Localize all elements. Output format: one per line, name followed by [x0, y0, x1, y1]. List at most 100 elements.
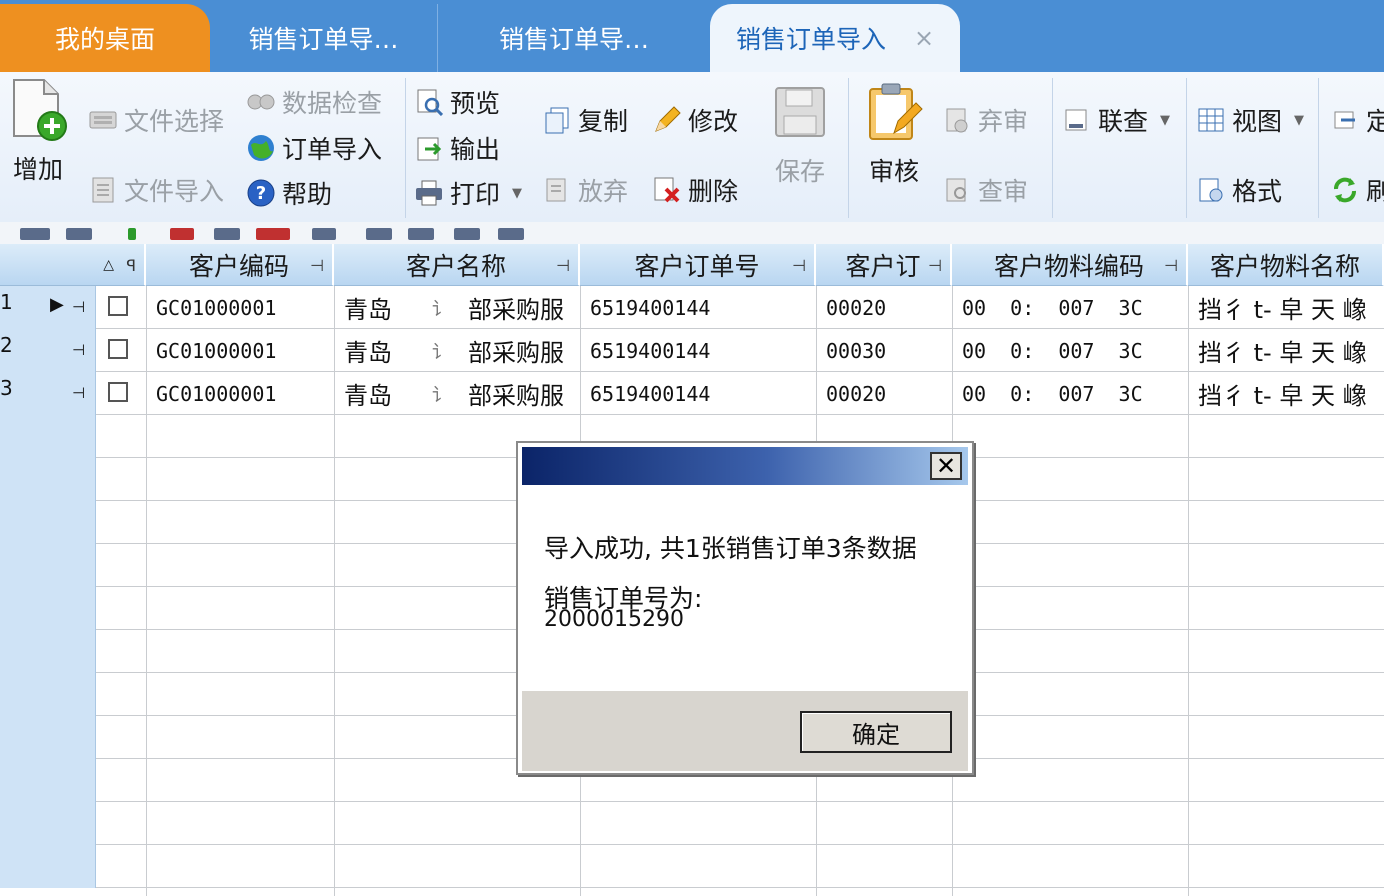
unaudit-button[interactable]: 弃审: [942, 102, 1028, 138]
pin-icon[interactable]: ꟼ: [126, 256, 136, 275]
cell-customer-name[interactable]: 青岛 讠部采购服: [334, 286, 580, 329]
cell-customer-name[interactable]: 青岛 讠部采购服: [334, 329, 580, 372]
redaction: [450, 292, 468, 323]
cell-material-name[interactable]: 挡彳 t- 皁 天 嶑: [1188, 286, 1384, 329]
data-check-button[interactable]: 数据检查: [246, 84, 382, 120]
file-select-button[interactable]: 文件选择: [88, 102, 224, 138]
print-dropdown-icon[interactable]: ▼: [512, 186, 522, 201]
row-checkbox[interactable]: [108, 339, 128, 359]
cell-material-code[interactable]: 00 0: 007 3C: [952, 372, 1188, 415]
pin-icon[interactable]: ⊣: [1164, 256, 1178, 275]
edit-button[interactable]: 修改: [652, 102, 738, 138]
cell-order-no[interactable]: 6519400144: [580, 329, 816, 372]
grid-view-icon: [1196, 105, 1226, 135]
abandon-button[interactable]: 放弃: [542, 172, 628, 208]
cell-order-no[interactable]: 6519400144: [580, 286, 816, 329]
toolbar-icon[interactable]: [366, 228, 392, 240]
clipboard-pencil-icon: [864, 80, 924, 144]
toolbar-icon[interactable]: [20, 228, 50, 240]
tab-my-desktop[interactable]: 我的桌面: [0, 4, 210, 72]
pin-icon[interactable]: ⊣: [72, 384, 85, 402]
grid-header-rowhead[interactable]: △ ꟼ: [0, 244, 146, 286]
tab-sales-order-import-1[interactable]: 销售订单导…: [210, 4, 438, 72]
column-header-customer-material-name[interactable]: 客户物料名称: [1188, 244, 1384, 286]
column-header-customer-material-code[interactable]: 客户物料编码 ⊣: [952, 244, 1188, 286]
cell-material-name[interactable]: 挡彳 t- 皁 天 嶑: [1188, 329, 1384, 372]
tab-sales-order-import-active[interactable]: 销售订单导入 ×: [710, 4, 960, 72]
toolbar-icon[interactable]: [256, 228, 290, 240]
file-import-button[interactable]: 文件导入: [88, 172, 224, 208]
audit-button[interactable]: 审核: [864, 80, 924, 188]
pin-icon[interactable]: ⊣: [72, 341, 85, 359]
toolbar-icon[interactable]: [408, 228, 434, 240]
add-button[interactable]: 增加: [8, 78, 68, 186]
toolbar-icon[interactable]: [66, 228, 92, 240]
print-button[interactable]: 打印 ▼: [414, 175, 522, 211]
check-audit-button[interactable]: 查审: [942, 172, 1028, 208]
column-header-label: 客户编码: [188, 251, 289, 281]
order-import-button[interactable]: 订单导入: [246, 130, 382, 166]
row-checkbox[interactable]: [108, 382, 128, 402]
cell-order-line[interactable]: 00030: [816, 329, 952, 372]
cell-customer-code[interactable]: GC01000001: [146, 286, 334, 329]
delete-button[interactable]: 删除: [652, 172, 738, 208]
redaction: [450, 335, 468, 366]
toolbar-icon[interactable]: [170, 228, 194, 240]
cell-customer-code[interactable]: GC01000001: [146, 329, 334, 372]
close-icon[interactable]: ✕: [930, 452, 962, 480]
toolbar-icon[interactable]: [128, 228, 136, 240]
preview-button[interactable]: 预览: [414, 84, 500, 120]
link-query-button[interactable]: 联查 ▼: [1062, 102, 1170, 138]
pin-icon[interactable]: ⊣: [792, 256, 806, 275]
toolbar-icon[interactable]: [214, 228, 240, 240]
copy-button[interactable]: 复制: [542, 102, 628, 138]
data-check-icon: [246, 87, 276, 117]
cell-material-name[interactable]: 挡彳 t- 皁 天 嶑: [1188, 372, 1384, 415]
empty-row: [0, 802, 1384, 845]
column-header-customer-order-line[interactable]: 客户订 ⊣: [816, 244, 952, 286]
cell-material-code[interactable]: 00 0: 007 3C: [952, 286, 1188, 329]
row-checkbox[interactable]: [108, 296, 128, 316]
help-button[interactable]: ? 帮助: [246, 175, 332, 211]
table-row[interactable]: 1 ▶ ⊣ GC01000001 青岛 讠部采购服 6519400144 0002…: [0, 286, 1384, 329]
column-header-customer-code[interactable]: 客户编码 ⊣: [146, 244, 334, 286]
toolbar-icon[interactable]: [498, 228, 524, 240]
refresh-button[interactable]: 刷: [1330, 172, 1384, 208]
cell-customer-name[interactable]: 青岛 讠部采购服: [334, 372, 580, 415]
link-query-dropdown-icon[interactable]: ▼: [1160, 113, 1170, 128]
row-header[interactable]: 1 ▶ ⊣: [0, 286, 96, 329]
format-button[interactable]: 格式: [1196, 172, 1282, 208]
cell-order-line[interactable]: 00020: [816, 372, 952, 415]
empty-row: [0, 845, 1384, 888]
pin-icon[interactable]: ⊣: [556, 256, 570, 275]
customer-name-part: 青岛: [344, 382, 392, 410]
customer-name-part: 青岛: [344, 296, 392, 324]
pin-icon[interactable]: ⊣: [928, 256, 942, 275]
view-button[interactable]: 视图 ▼: [1196, 102, 1304, 138]
view-dropdown-icon[interactable]: ▼: [1294, 113, 1304, 128]
save-button[interactable]: 保存: [770, 80, 830, 188]
row-header[interactable]: 2 ⊣: [0, 329, 96, 372]
pin-icon[interactable]: ⊣: [72, 298, 85, 316]
pencil-icon: [652, 105, 682, 135]
column-header-customer-name[interactable]: 客户名称 ⊣: [334, 244, 580, 286]
table-row[interactable]: 2 ⊣ GC01000001 青岛讠部采购服 6519400144 00030 …: [0, 329, 1384, 372]
toolbar-icon[interactable]: [454, 228, 480, 240]
save-disk-icon: [770, 80, 830, 144]
toolbar-icon[interactable]: [312, 228, 336, 240]
cell-customer-code[interactable]: GC01000001: [146, 372, 334, 415]
ok-button[interactable]: 确定: [800, 711, 952, 753]
globe-icon: [246, 133, 276, 163]
pin-icon[interactable]: ⊣: [310, 256, 324, 275]
cell-order-no[interactable]: 6519400144: [580, 372, 816, 415]
row-header[interactable]: 3 ⊣: [0, 372, 96, 415]
locate-button[interactable]: 定: [1330, 102, 1384, 138]
cell-material-code[interactable]: 00 0: 007 3C: [952, 329, 1188, 372]
tab-sales-order-import-2[interactable]: 销售订单导…: [438, 4, 710, 72]
tab-close-icon[interactable]: ×: [914, 24, 934, 52]
export-button[interactable]: 输出: [414, 130, 500, 166]
cell-order-line[interactable]: 00020: [816, 286, 952, 329]
table-row[interactable]: 3 ⊣ GC01000001 青岛讠部采购服 6519400144 00020 …: [0, 372, 1384, 415]
dialog-title-bar[interactable]: ✕: [522, 447, 968, 485]
column-header-customer-order-no[interactable]: 客户订单号 ⊣: [580, 244, 816, 286]
